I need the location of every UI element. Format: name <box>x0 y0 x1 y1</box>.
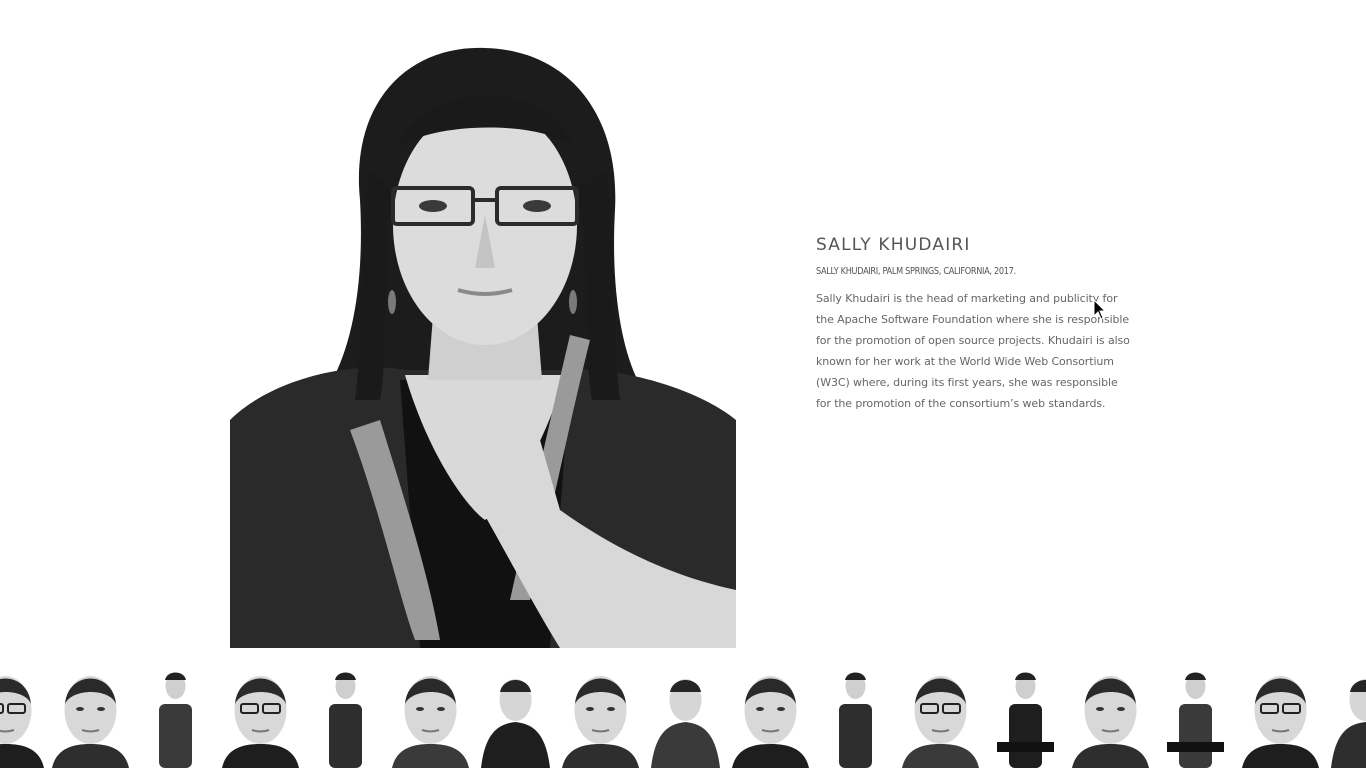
portrait-thumbnail[interactable] <box>732 664 809 768</box>
portrait-thumbnail[interactable] <box>222 664 299 768</box>
portrait-thumbnail[interactable] <box>307 664 384 768</box>
portrait-thumbnail[interactable] <box>392 664 469 768</box>
portrait-thumbnail[interactable] <box>137 664 214 768</box>
portrait-thumbnail[interactable] <box>562 664 639 768</box>
portrait-thumbnail[interactable] <box>1072 664 1149 768</box>
portrait-thumbnail[interactable] <box>817 664 894 768</box>
portrait-thumbnail-strip[interactable] <box>0 664 1366 768</box>
main-portrait <box>230 40 736 648</box>
person-name: SALLY KHUDAIRI <box>816 235 971 255</box>
portrait-thumbnail[interactable] <box>1327 664 1366 768</box>
portrait-thumbnail[interactable] <box>902 664 979 768</box>
portrait-thumbnail[interactable] <box>0 664 44 768</box>
portrait-thumbnail[interactable] <box>1242 664 1319 768</box>
portrait-thumbnail[interactable] <box>1157 664 1234 768</box>
portrait-thumbnail[interactable] <box>647 664 724 768</box>
person-bio: Sally Khudairi is the head of marketing … <box>816 292 1130 410</box>
portrait-thumbnail[interactable] <box>987 664 1064 768</box>
mouse-cursor-icon <box>1093 299 1107 320</box>
portrait-thumbnail[interactable] <box>52 664 129 768</box>
portrait-thumbnail[interactable] <box>477 664 554 768</box>
photo-caption: SALLY KHUDAIRI, PALM SPRINGS, CALIFORNIA… <box>816 266 1016 277</box>
person-info: SALLY KHUDAIRI SALLY KHUDAIRI, PALM SPRI… <box>816 234 1132 414</box>
